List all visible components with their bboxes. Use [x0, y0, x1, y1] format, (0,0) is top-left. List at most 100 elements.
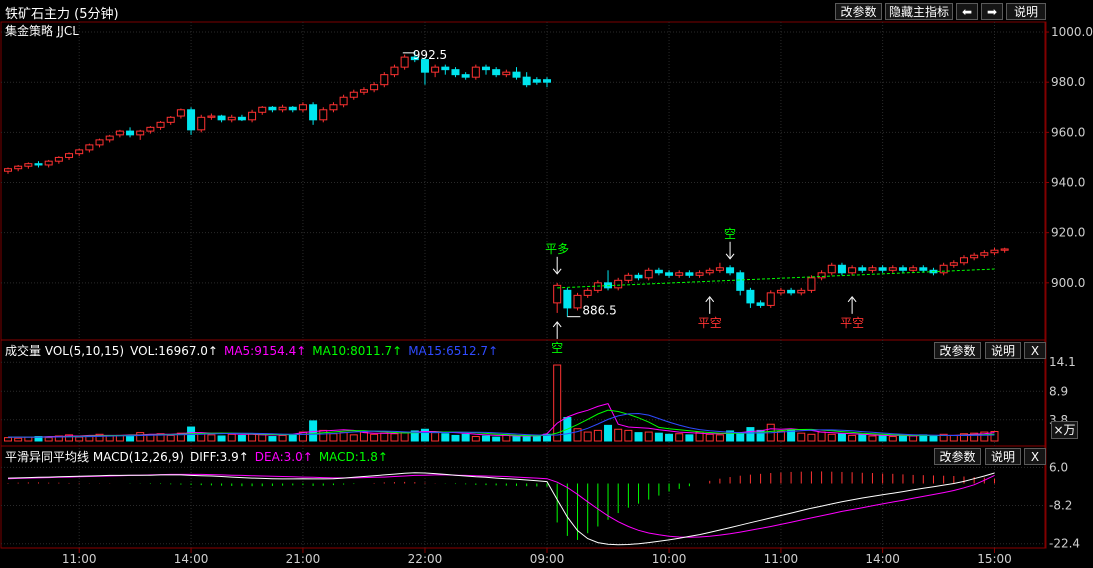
- macd-help-button[interactable]: 说明: [985, 448, 1021, 465]
- candle: [278, 104, 287, 113]
- candle: [166, 116, 175, 125]
- volume-help-button[interactable]: 说明: [985, 342, 1021, 359]
- candle: [695, 270, 704, 278]
- chart-canvas[interactable]: 11:00 14:00 21:00 22:00 09:00 10:00 11:00 14:00…: [0, 0, 1093, 568]
- candle: [543, 77, 552, 88]
- candle: [949, 260, 958, 268]
- candle: [990, 247, 999, 256]
- candle: [4, 167, 12, 174]
- trend-line: [557, 268, 995, 289]
- candle: [756, 300, 765, 308]
- volume-ma10: MA10:8011.7↑: [312, 344, 403, 358]
- candle-body: [319, 109, 328, 121]
- candle: [105, 134, 114, 143]
- macd-close-icon[interactable]: X: [1024, 448, 1046, 465]
- macd-macd: MACD:1.8↑: [318, 450, 388, 464]
- volume-panel-title: 成交量 VOL(5,10,15) VOL:16967.0↑ MA5:9154.4↑ M…: [5, 342, 504, 359]
- candle-body: [1000, 248, 1009, 251]
- candle-body: [95, 139, 104, 146]
- candle-body: [471, 66, 480, 78]
- candle: [624, 272, 633, 283]
- candle: [868, 265, 877, 273]
- signal-label: 空: [551, 341, 563, 355]
- candle: [14, 164, 23, 172]
- y-tick-label: 6.0: [1049, 460, 1068, 474]
- candle: [44, 159, 53, 168]
- candle: [502, 69, 511, 78]
- volume-bar: [75, 436, 84, 442]
- macd-params-button[interactable]: 改参数: [934, 448, 981, 465]
- candle-body: [685, 272, 694, 276]
- candle-body: [146, 126, 155, 132]
- volume-unit-button[interactable]: ×万: [1051, 421, 1078, 439]
- candle-body: [695, 272, 704, 276]
- macd-diff-line: [7, 472, 995, 546]
- volume-bar: [837, 433, 846, 442]
- candle-body: [4, 168, 12, 172]
- candle: [726, 265, 735, 276]
- volume-bar: [532, 435, 541, 442]
- volume-params-button[interactable]: 改参数: [934, 342, 981, 359]
- volume-bar: [593, 429, 602, 442]
- volume-bar: [624, 429, 633, 442]
- volume-bar: [827, 433, 836, 442]
- candle: [878, 265, 887, 273]
- volume-bar: [105, 435, 114, 442]
- volume-bar: [370, 433, 379, 442]
- candle-body: [461, 74, 470, 78]
- volume-close-icon[interactable]: X: [1024, 342, 1046, 359]
- candle-body: [654, 269, 663, 274]
- candle: [471, 64, 480, 80]
- candle-body: [309, 104, 318, 121]
- candle: [827, 262, 836, 276]
- candle-body: [298, 104, 307, 111]
- candle-body: [990, 249, 999, 254]
- volume-bar: [461, 433, 470, 442]
- candle-body: [949, 262, 958, 266]
- candle-body: [970, 254, 979, 259]
- candle: [370, 82, 379, 93]
- candle-body: [736, 272, 745, 291]
- x-tick-label: 14:00: [865, 552, 900, 566]
- candle-body: [217, 115, 226, 121]
- candle: [787, 287, 796, 296]
- candle: [888, 265, 897, 273]
- candle-body: [492, 69, 501, 76]
- candle-body: [278, 106, 287, 111]
- volume-bar: [776, 431, 785, 442]
- candle: [837, 262, 846, 276]
- candle: [237, 114, 246, 122]
- volume-bar: [400, 432, 409, 442]
- candle: [115, 129, 124, 138]
- candle: [75, 148, 84, 157]
- x-tick-label: 21:00: [286, 552, 321, 566]
- candle: [715, 262, 724, 273]
- candle-body: [400, 56, 409, 68]
- candle-body: [288, 106, 297, 111]
- candle-body: [715, 267, 724, 271]
- x-tick-label: 11:00: [764, 552, 799, 566]
- candle: [349, 89, 358, 100]
- volume-bar: [136, 432, 145, 442]
- candle: [858, 265, 867, 273]
- volume-bar: [441, 433, 450, 442]
- candle: [24, 162, 33, 169]
- candle-body: [441, 66, 450, 71]
- candle-body: [85, 144, 94, 151]
- candle-body: [797, 289, 806, 294]
- candle: [329, 102, 338, 113]
- volume-bar: [24, 436, 33, 442]
- candle-body: [248, 111, 257, 121]
- volume-bar: [481, 435, 490, 442]
- volume-bar: [126, 436, 135, 442]
- candle: [176, 108, 185, 119]
- candle: [85, 143, 94, 153]
- candle-body: [776, 289, 785, 294]
- candle-body: [959, 257, 968, 264]
- low-price-label: 886.5: [582, 304, 616, 318]
- volume-bar: [888, 436, 897, 442]
- y-tick-label: 980.0: [1051, 75, 1085, 89]
- candle: [604, 270, 613, 291]
- candle: [817, 270, 826, 281]
- candle-body: [136, 130, 145, 136]
